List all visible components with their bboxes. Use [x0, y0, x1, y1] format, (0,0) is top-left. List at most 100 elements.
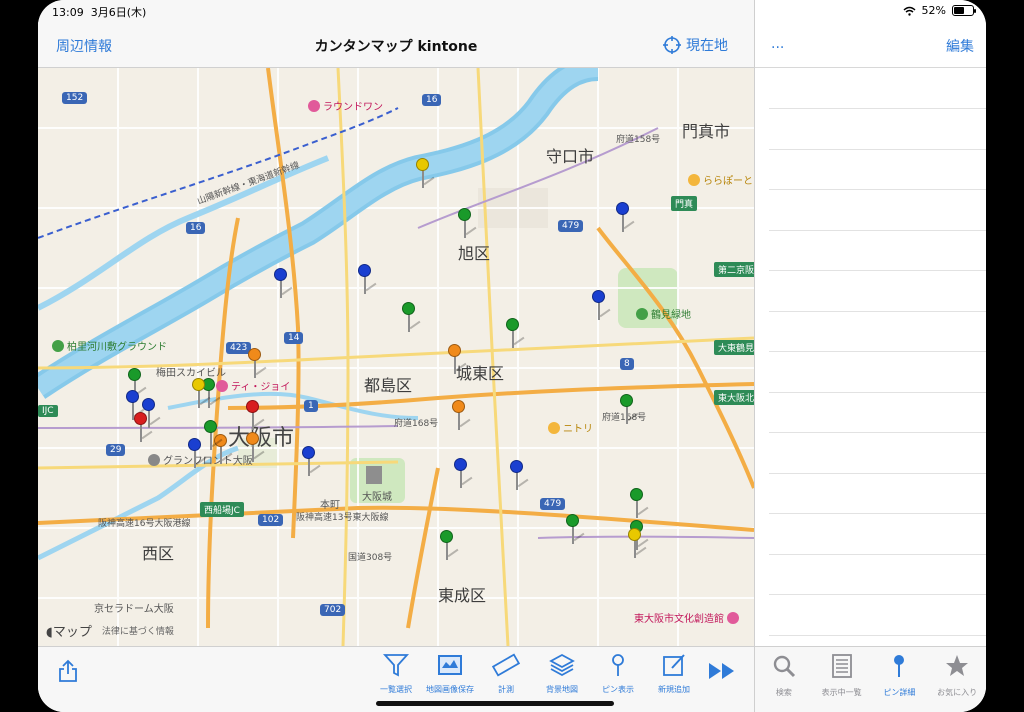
- tree-icon: [636, 307, 648, 320]
- map-pin[interactable]: [620, 394, 644, 430]
- road-label: 阪神高速13号東大阪線: [296, 513, 389, 523]
- road-label: 府道168号: [394, 419, 439, 429]
- pin-display-button[interactable]: ピン表示: [590, 652, 646, 695]
- battery-icon: [952, 5, 976, 16]
- map-view[interactable]: 門真市 守口市 旭区 都島区 城東区 大阪市 西区 東成区 ラウンドワン ららぽ…: [38, 68, 754, 646]
- map-pin[interactable]: [302, 446, 326, 482]
- layers-icon: [549, 653, 575, 677]
- route-shield: 1: [304, 400, 318, 412]
- save-map-image-button[interactable]: 地図画像保存: [422, 652, 478, 695]
- route-shield: 8: [620, 358, 634, 370]
- edit-button[interactable]: 編集: [946, 36, 974, 56]
- map-pin[interactable]: [630, 488, 654, 524]
- ruler-icon: [491, 653, 521, 677]
- apple-logo-icon: ◖: [46, 625, 53, 640]
- home-indicator: [376, 701, 614, 706]
- place-moriguchi: 守口市: [546, 147, 595, 166]
- detail-navbar: ... 編集: [755, 22, 986, 68]
- crosshair-icon: [663, 36, 681, 54]
- poi-lalaport[interactable]: ららぽーと: [688, 172, 753, 187]
- tab-favorites[interactable]: お気に入り: [928, 647, 986, 712]
- list-row-divider: [769, 108, 986, 109]
- funnel-icon: [382, 654, 410, 677]
- poi-tsurumi[interactable]: 鶴見緑地: [636, 306, 691, 321]
- poi-umeda[interactable]: 梅田スカイビル: [156, 364, 226, 379]
- poi-kyocera[interactable]: 京セラドーム大阪: [94, 600, 174, 615]
- place-miyakojima: 都島区: [364, 376, 413, 395]
- map-pin[interactable]: [506, 318, 530, 354]
- poi-osakajo[interactable]: 大阪城: [362, 488, 392, 503]
- poi-roundone[interactable]: ラウンドワン: [308, 98, 383, 113]
- list-row-divider: [769, 189, 986, 190]
- shopping-icon: [148, 453, 160, 466]
- route-shield: 479: [540, 498, 566, 510]
- place-higashinari: 東成区: [438, 586, 487, 605]
- ipad-screen: 13:09 3月6日(木) 周辺情報 カンタンマップ kintone 現在地 門…: [38, 0, 986, 712]
- shopping-icon: [548, 421, 560, 434]
- poi-kashiwazato[interactable]: 柏里河川敷グラウンド: [52, 338, 167, 353]
- list-row-divider: [769, 513, 986, 514]
- share-icon[interactable]: [58, 659, 78, 683]
- route-shield: 29: [106, 444, 126, 456]
- current-location-button[interactable]: 現在地: [663, 35, 728, 55]
- map-pin[interactable]: [448, 344, 472, 380]
- check-icon: [52, 339, 64, 352]
- list-row-divider: [769, 432, 986, 433]
- map-pin[interactable]: [452, 400, 476, 436]
- apple-maps-logo: ◖マップ: [46, 625, 92, 640]
- compose-icon: [663, 654, 685, 676]
- map-pin[interactable]: [246, 432, 270, 468]
- battery-percent: 52%: [921, 4, 946, 17]
- sign-kadoma: 門真: [671, 196, 698, 211]
- tab-visible-list[interactable]: 表示中一覧: [813, 647, 871, 712]
- legal-notice-link[interactable]: 法律に基づく情報: [102, 624, 174, 637]
- shopping-icon: [688, 173, 700, 186]
- map-pin[interactable]: [458, 208, 482, 244]
- list-row-divider: [769, 270, 986, 271]
- map-pin[interactable]: [248, 348, 272, 384]
- map-pin[interactable]: [616, 202, 640, 238]
- list-icon: [831, 654, 852, 678]
- background-map-button[interactable]: 背景地図: [534, 652, 590, 695]
- more-button[interactable]: ...: [771, 36, 784, 52]
- map-pin[interactable]: [246, 400, 270, 436]
- map-pin[interactable]: [566, 514, 590, 550]
- map-pin[interactable]: [134, 412, 158, 448]
- map-pin[interactable]: [274, 268, 298, 304]
- map-pin[interactable]: [440, 530, 464, 566]
- map-navbar: 周辺情報 カンタンマップ kintone 現在地: [38, 22, 754, 68]
- sign-higashiosakakita: 東大阪北: [714, 390, 754, 405]
- road-label: 阪神高速16号大阪港線: [98, 519, 191, 529]
- list-select-button[interactable]: 一覧選択: [368, 652, 424, 695]
- pin-icon: [612, 654, 624, 676]
- map-pin[interactable]: [454, 458, 478, 494]
- map-pin[interactable]: [510, 460, 534, 496]
- main-pane: 13:09 3月6日(木) 周辺情報 カンタンマップ kintone 現在地 門…: [38, 0, 754, 712]
- map-pin[interactable]: [592, 290, 616, 326]
- poi-higashiosaka[interactable]: 東大阪市文化創造館: [634, 610, 739, 625]
- map-pin[interactable]: [358, 264, 382, 300]
- pin-icon: [894, 655, 905, 677]
- map-pin[interactable]: [188, 438, 212, 474]
- map-pin[interactable]: [402, 302, 426, 338]
- map-pin[interactable]: [416, 158, 440, 194]
- app-title: カンタンマップ kintone: [314, 39, 478, 55]
- tab-search[interactable]: 検索: [755, 647, 813, 712]
- poi-nitori[interactable]: ニトリ: [548, 420, 593, 435]
- map-pin[interactable]: [192, 378, 216, 414]
- route-shield: 16: [186, 222, 206, 234]
- map-save-icon: [438, 655, 462, 675]
- map-pin[interactable]: [628, 528, 652, 564]
- route-shield: 479: [558, 220, 584, 232]
- sign-ijc: IJC: [38, 405, 58, 417]
- list-row-divider: [769, 553, 986, 555]
- fast-forward-icon[interactable]: [708, 661, 736, 681]
- list-row-divider: [769, 594, 986, 595]
- list-row-divider: [769, 634, 986, 636]
- sign-daito: 大東鶴見: [714, 340, 754, 355]
- star-icon: [946, 655, 969, 676]
- status-right: 52%: [903, 4, 976, 17]
- measure-button[interactable]: 計測: [478, 652, 534, 695]
- add-new-button[interactable]: 新規追加: [646, 652, 702, 695]
- tab-pin-detail[interactable]: ピン詳細: [871, 647, 929, 712]
